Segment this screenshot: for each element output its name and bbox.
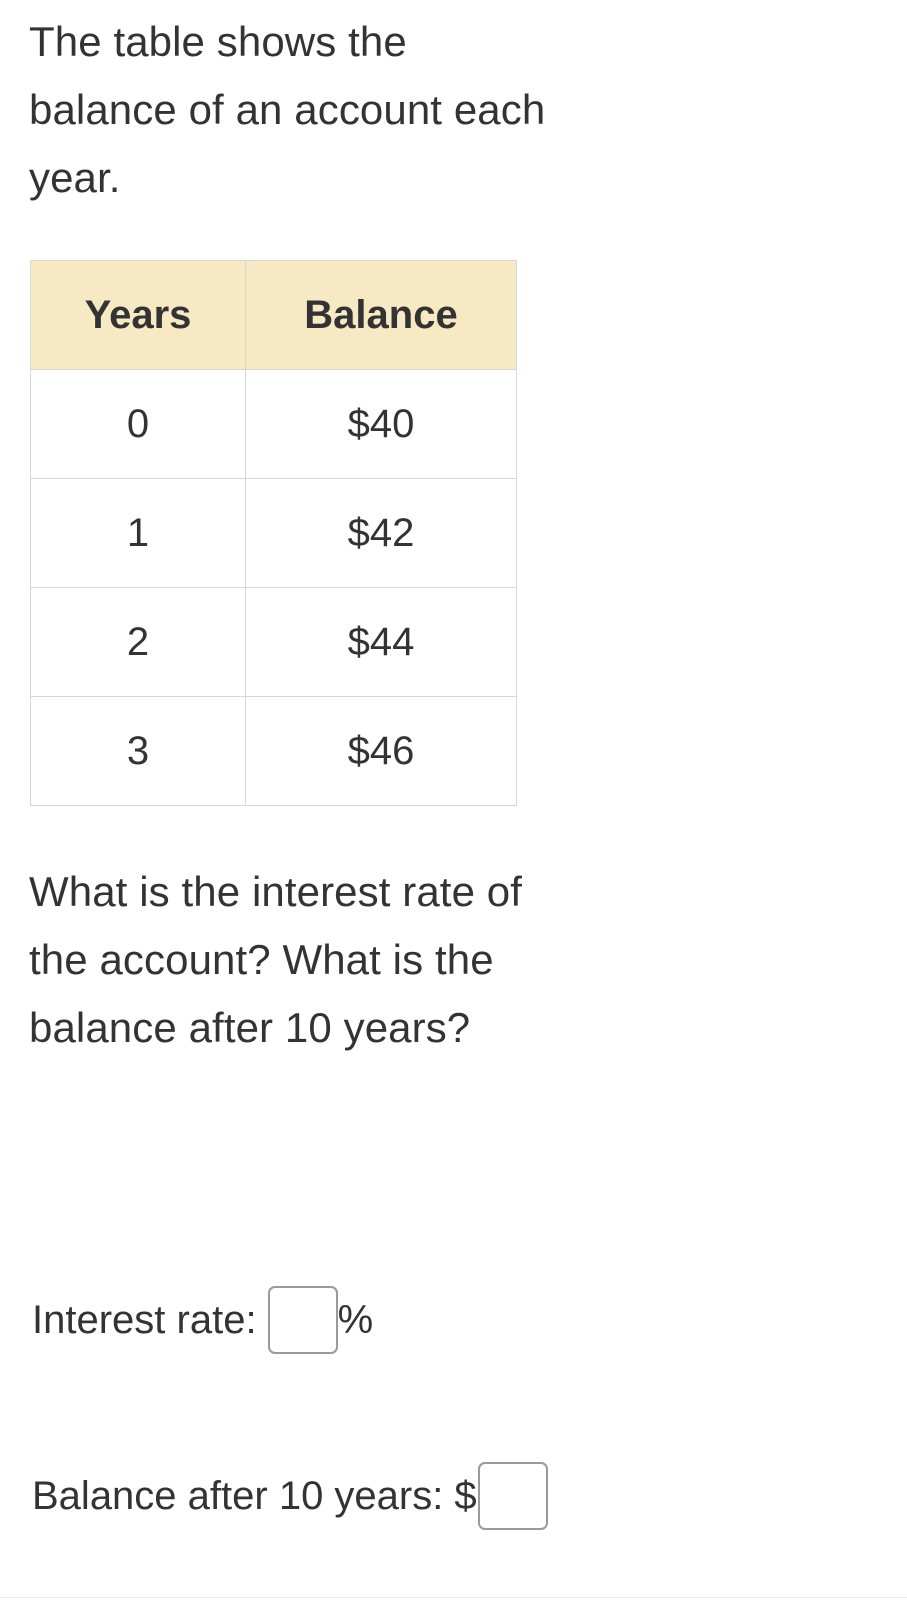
table-row: 2 $44 (30, 587, 517, 697)
interest-rate-answer-row: Interest rate: % (32, 1286, 373, 1354)
cell-balance: $44 (245, 587, 517, 697)
dollar-sign-label: $ (454, 1474, 477, 1518)
table-row: 0 $40 (30, 369, 517, 479)
balance-table: Years Balance 0 $40 1 $42 2 $44 3 $46 (30, 260, 517, 806)
interest-rate-label: Interest rate: (32, 1298, 257, 1342)
cell-years: 0 (30, 369, 246, 479)
intro-prompt: The table shows the balance of an accoun… (29, 18, 546, 201)
worksheet-page: The table shows the balance of an accoun… (0, 0, 907, 1611)
cell-balance: $42 (245, 478, 517, 588)
balance-answer-row: Balance after 10 years: $ (32, 1462, 549, 1530)
table-head: Years Balance (30, 260, 517, 370)
cell-balance: $40 (245, 369, 517, 479)
balance-after-10-years-label: Balance after 10 years: (32, 1474, 444, 1518)
balance-after-10-years-input[interactable] (477, 1462, 548, 1530)
table-row: 3 $46 (30, 696, 517, 806)
cell-years: 1 (30, 478, 246, 588)
interest-rate-input[interactable] (267, 1286, 338, 1354)
cell-balance: $46 (245, 696, 517, 806)
table-body: 0 $40 1 $42 2 $44 3 $46 (30, 369, 517, 806)
percent-sign-label: % (337, 1298, 374, 1342)
cell-years: 3 (30, 696, 246, 806)
cell-years: 2 (30, 587, 246, 697)
bottom-divider (0, 1597, 907, 1598)
question-prompt: What is the interest rate of the account… (29, 868, 523, 1051)
column-header-years: Years (30, 260, 246, 370)
table-row: 1 $42 (30, 478, 517, 588)
table-header-row: Years Balance (30, 260, 517, 370)
column-header-balance: Balance (245, 260, 517, 370)
